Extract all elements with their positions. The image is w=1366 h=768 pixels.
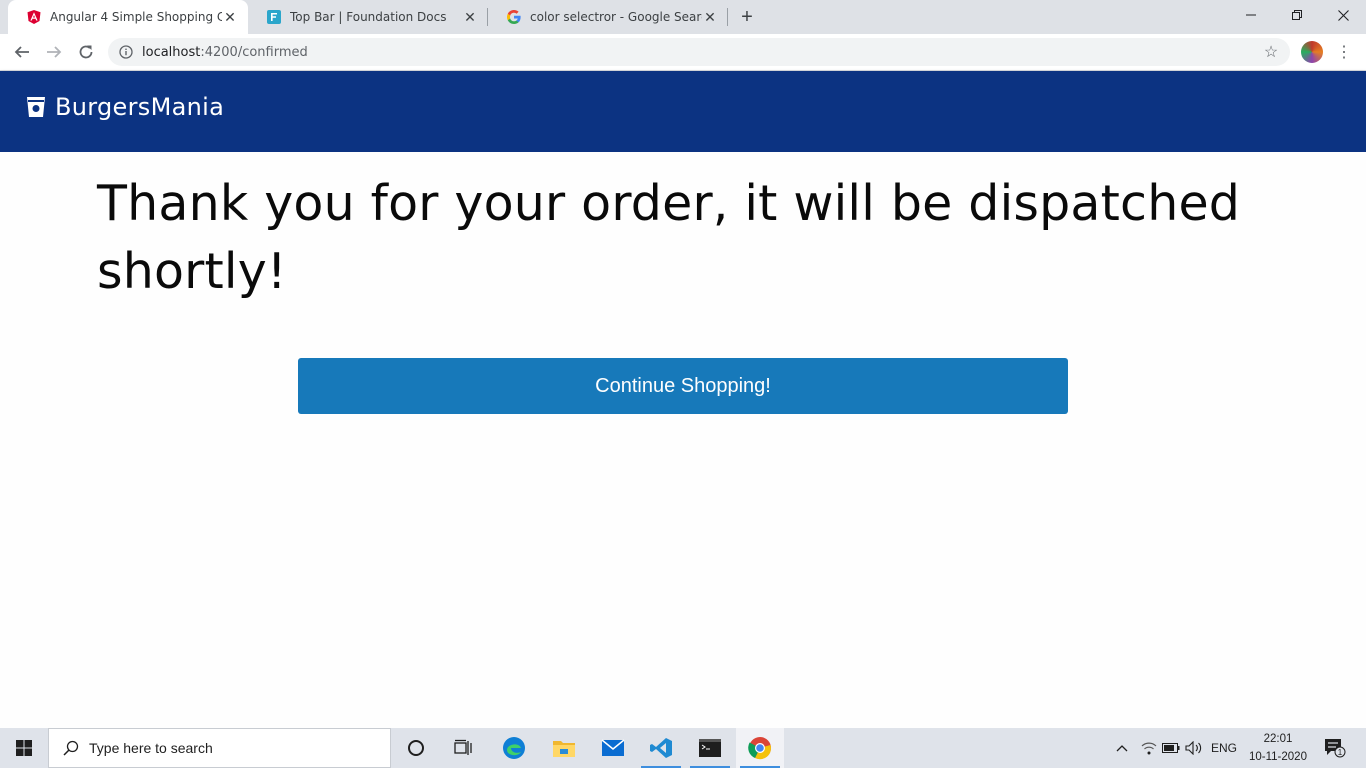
tab-title: Angular 4 Simple Shopping Cart <box>50 10 222 24</box>
file-explorer-icon[interactable] <box>540 728 588 768</box>
continue-shopping-button[interactable]: Continue Shopping! <box>298 358 1068 414</box>
site-info-icon[interactable] <box>118 44 134 60</box>
show-hidden-icons-icon[interactable] <box>1112 728 1132 768</box>
bookmark-star-icon[interactable]: ☆ <box>1262 43 1280 61</box>
task-view-icon[interactable] <box>440 728 488 768</box>
reload-icon[interactable] <box>72 38 100 66</box>
windows-taskbar: Type here to search ENG 22:01 10-11-2020 <box>0 728 1366 768</box>
search-icon <box>63 740 79 756</box>
notification-center-icon[interactable]: 1 <box>1318 728 1352 768</box>
tab-title: Top Bar | Foundation Docs <box>290 10 447 24</box>
browser-toolbar: localhost:4200/confirmed ☆ ⋮ <box>0 34 1366 71</box>
forward-icon[interactable] <box>40 38 68 66</box>
url-host: localhost <box>142 44 201 60</box>
brand-link[interactable]: BurgersMania <box>25 93 224 121</box>
url-path: :4200/confirmed <box>200 44 308 60</box>
new-tab-button[interactable]: + <box>737 6 757 28</box>
taskbar-clock[interactable]: 22:01 10-11-2020 <box>1244 730 1312 766</box>
cup-icon <box>25 96 47 118</box>
search-placeholder: Type here to search <box>89 740 213 756</box>
terminal-icon[interactable] <box>686 728 734 768</box>
tab-title: color selectror - Google Search <box>530 10 702 24</box>
clock-date: 10-11-2020 <box>1249 751 1307 763</box>
foundation-icon <box>266 9 282 25</box>
confirmation-message: Thank you for your order, it will be dis… <box>97 175 1241 300</box>
address-bar[interactable]: localhost:4200/confirmed ☆ <box>108 38 1290 66</box>
confirmation-page: Thank you for your order, it will be dis… <box>0 152 1366 728</box>
volume-icon[interactable] <box>1183 728 1205 768</box>
browser-menu-icon[interactable]: ⋮ <box>1336 40 1352 64</box>
close-tab-icon[interactable]: ✕ <box>702 9 718 25</box>
tab-foundation-docs[interactable]: Top Bar | Foundation Docs ✕ <box>248 0 488 34</box>
restore-icon[interactable] <box>1274 0 1320 30</box>
vscode-icon[interactable] <box>637 728 685 768</box>
mail-icon[interactable] <box>589 728 637 768</box>
app-top-bar: BurgersMania <box>0 71 1366 152</box>
profile-avatar[interactable] <box>1301 41 1323 63</box>
language-indicator[interactable]: ENG <box>1207 728 1241 768</box>
battery-icon[interactable] <box>1160 728 1182 768</box>
windows-start-icon[interactable] <box>0 728 48 768</box>
tab-google-search[interactable]: color selectror - Google Search ✕ <box>488 0 728 34</box>
cortana-icon[interactable] <box>392 728 440 768</box>
edge-icon[interactable] <box>490 728 538 768</box>
tab-separator <box>727 8 728 26</box>
angular-icon <box>26 9 42 25</box>
google-icon <box>506 9 522 25</box>
close-tab-icon[interactable]: ✕ <box>462 9 478 25</box>
clock-time: 22:01 <box>1263 733 1293 745</box>
minimize-icon[interactable] <box>1228 0 1274 30</box>
tab-angular-shopping-cart[interactable]: Angular 4 Simple Shopping Cart ✕ <box>8 0 248 34</box>
close-window-icon[interactable] <box>1320 0 1366 30</box>
close-tab-icon[interactable]: ✕ <box>222 9 238 25</box>
taskbar-search-box[interactable]: Type here to search <box>48 728 391 768</box>
notification-count: 1 <box>1338 748 1343 757</box>
wifi-icon[interactable] <box>1138 728 1160 768</box>
brand-name: BurgersMania <box>55 93 225 121</box>
browser-tab-strip: Angular 4 Simple Shopping Cart ✕ Top Bar… <box>0 0 1366 34</box>
url-text: localhost:4200/confirmed <box>142 45 308 60</box>
back-icon[interactable] <box>8 38 36 66</box>
chrome-icon[interactable] <box>736 728 784 768</box>
